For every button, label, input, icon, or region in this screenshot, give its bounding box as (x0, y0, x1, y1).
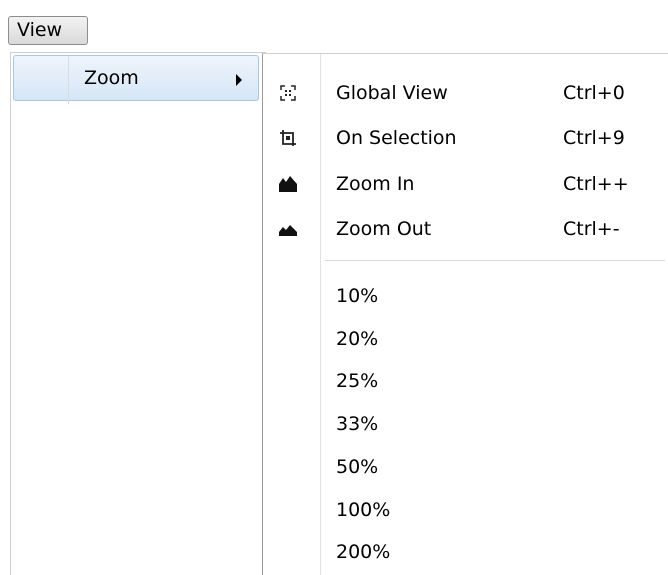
menu-separator (325, 260, 665, 262)
menu-item-zoom-in[interactable]: Zoom In Ctrl++ (263, 164, 668, 204)
submenu-arrow-icon (236, 74, 242, 86)
zoom-preset-label: 25% (336, 370, 379, 392)
menu-item-zoom-20[interactable]: 20% (263, 319, 668, 359)
menu-item-zoom-25[interactable]: 25% (263, 361, 668, 401)
menu-item-zoom-in-shortcut: Ctrl++ (563, 173, 629, 195)
menu-item-zoom-out-label: Zoom Out (336, 218, 432, 240)
zoom-preset-label: 50% (336, 456, 379, 478)
fit-all-icon (278, 83, 298, 103)
menu-item-zoom-33[interactable]: 33% (263, 404, 668, 444)
menu-item-on-selection[interactable]: On Selection Ctrl+9 (263, 118, 668, 158)
zoom-preset-label: 100% (336, 499, 391, 521)
zoom-preset-label: 10% (336, 285, 379, 307)
zoom-selection-icon (278, 128, 298, 148)
zoom-preset-label: 33% (336, 413, 379, 435)
menu-item-zoom-out[interactable]: Zoom Out Ctrl+- (263, 209, 668, 249)
menu-item-global-view[interactable]: Global View Ctrl+0 (263, 73, 668, 113)
menubar-item-view-label: View (17, 19, 63, 41)
zoom-preset-label: 200% (336, 541, 391, 563)
menu-icon-gutter (68, 56, 69, 104)
menu-item-on-selection-label: On Selection (336, 127, 457, 149)
menubar-item-view[interactable]: View (8, 16, 88, 45)
zoom-out-icon (278, 219, 298, 239)
menu-item-zoom-out-shortcut: Ctrl+- (563, 218, 620, 240)
menu-item-zoom[interactable]: Zoom (13, 55, 259, 104)
menu-item-on-selection-shortcut: Ctrl+9 (563, 127, 625, 149)
menu-item-global-view-label: Global View (336, 82, 448, 104)
zoom-in-icon (278, 174, 298, 194)
view-menu-dropdown: Zoom (10, 52, 266, 575)
menu-item-zoom-100[interactable]: 100% (263, 490, 668, 530)
zoom-preset-label: 20% (336, 328, 379, 350)
menu-item-global-view-shortcut: Ctrl+0 (563, 82, 625, 104)
menu-item-zoom-200[interactable]: 200% (263, 532, 668, 572)
menu-item-zoom-label: Zoom (84, 67, 139, 89)
zoom-submenu: Global View Ctrl+0 On Selection Ctrl+9 Z… (262, 53, 668, 575)
menu-item-zoom-50[interactable]: 50% (263, 447, 668, 487)
menu-item-zoom-10[interactable]: 10% (263, 276, 668, 316)
menu-item-zoom-in-label: Zoom In (336, 173, 415, 195)
